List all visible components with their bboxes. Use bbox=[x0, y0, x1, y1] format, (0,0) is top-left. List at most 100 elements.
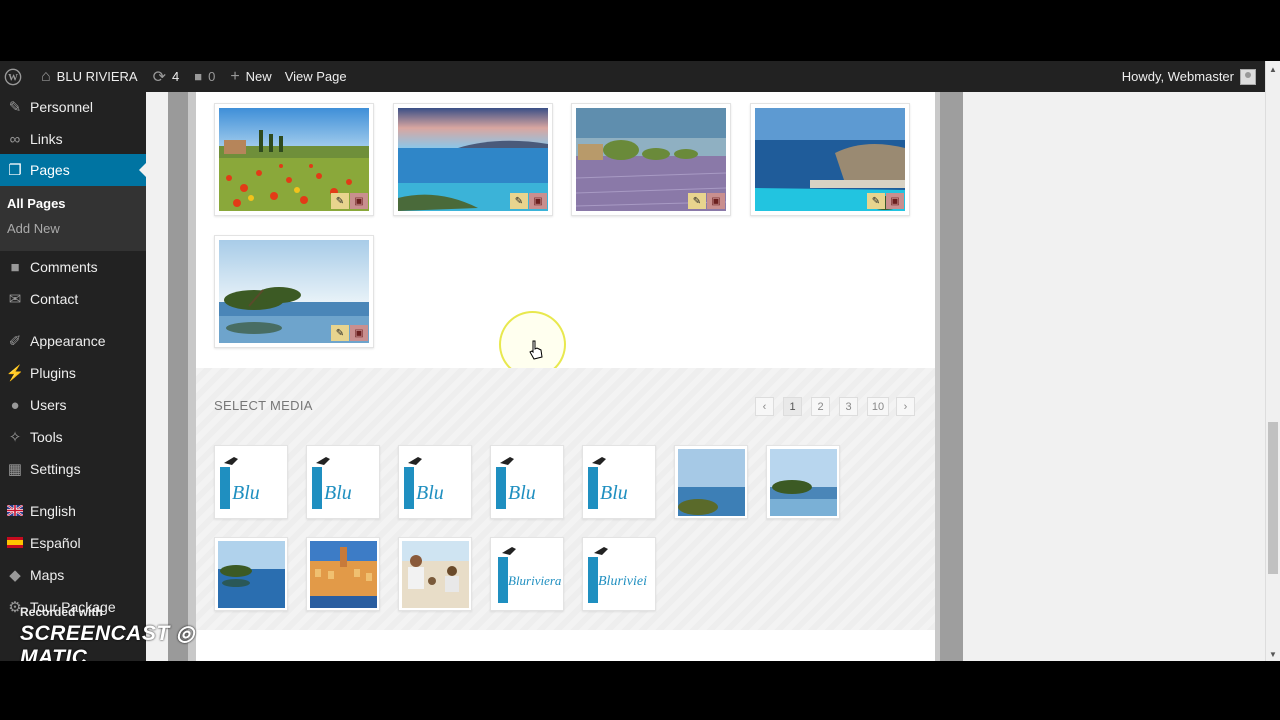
edit-pencil-icon[interactable]: ✎ bbox=[331, 193, 349, 209]
comments-count: 0 bbox=[208, 69, 216, 84]
submenu-add-new[interactable]: Add New bbox=[7, 221, 60, 236]
gallery-item[interactable]: ✎ ▣ bbox=[393, 103, 553, 216]
content-background bbox=[146, 92, 168, 661]
sidebar-item-label: Pages bbox=[30, 162, 70, 178]
gallery-item[interactable]: ✎ ▣ bbox=[214, 103, 374, 216]
sidebar-item-label: Tools bbox=[30, 429, 63, 445]
media-item[interactable]: Bluriviei bbox=[582, 537, 656, 611]
sidebar-item-label: Español bbox=[30, 535, 81, 551]
uk-flag-icon bbox=[5, 503, 25, 520]
media-item[interactable]: Bluriviera bbox=[490, 537, 564, 611]
modal-overlay-right bbox=[935, 92, 963, 661]
scroll-up-arrow-icon[interactable]: ▲ bbox=[1269, 65, 1277, 74]
sidebar-item-users[interactable]: ● Users bbox=[0, 389, 146, 421]
my-account[interactable]: Howdy, Webmaster bbox=[1122, 68, 1280, 85]
home-icon: ⌂ bbox=[41, 67, 51, 85]
view-page-label: View Page bbox=[284, 69, 347, 84]
sidebar-item-settings[interactable]: ▦ Settings bbox=[0, 453, 146, 485]
media-item[interactable] bbox=[306, 537, 380, 611]
content-right-pane bbox=[963, 92, 1265, 661]
media-logo-text: Blu bbox=[232, 482, 260, 504]
view-page-link[interactable]: View Page bbox=[279, 61, 354, 92]
plus-icon: + bbox=[230, 67, 240, 85]
user-icon: ● bbox=[10, 396, 20, 414]
sidebar-item-maps[interactable]: ◆ Maps bbox=[0, 559, 146, 591]
pages-icon: ❐ bbox=[8, 162, 22, 179]
site-name: BLU RIVIERA bbox=[56, 69, 138, 84]
chevron-left-icon: ‹ bbox=[762, 400, 767, 413]
settings-icon: ▦ bbox=[7, 461, 23, 478]
sidebar-item-label: Links bbox=[30, 131, 63, 147]
brush-icon: ✐ bbox=[8, 333, 22, 350]
gallery-item[interactable]: ✎ ▣ bbox=[571, 103, 731, 216]
pagination-page[interactable]: 2 bbox=[811, 397, 830, 416]
media-item[interactable]: Blu bbox=[582, 445, 656, 519]
submenu-all-pages[interactable]: All Pages bbox=[7, 196, 66, 211]
sidebar-item-comments[interactable]: ■ Comments bbox=[0, 251, 146, 283]
edit-pencil-icon[interactable]: ✎ bbox=[510, 193, 528, 209]
sidebar-item-tools[interactable]: ✧ Tools bbox=[0, 421, 146, 453]
site-name-link[interactable]: ⌂ BLU RIVIERA bbox=[29, 61, 145, 92]
sidebar-item-personnel[interactable]: ✎ Personnel bbox=[0, 91, 146, 123]
page-scrollbar[interactable]: ▲ ▼ bbox=[1265, 61, 1280, 661]
delete-trash-icon[interactable]: ▣ bbox=[350, 193, 368, 209]
sidebar-item-label: Appearance bbox=[30, 333, 106, 349]
media-item[interactable] bbox=[674, 445, 748, 519]
avatar bbox=[1240, 68, 1256, 85]
pin-icon: ✎ bbox=[8, 99, 22, 116]
sidebar-item-pages[interactable]: ❐ Pages bbox=[0, 154, 146, 186]
delete-trash-icon[interactable]: ▣ bbox=[707, 193, 725, 209]
pagination-prev[interactable]: ‹ bbox=[755, 397, 774, 416]
media-logo-text: Blu bbox=[324, 482, 352, 504]
plug-icon: ⚡ bbox=[5, 365, 25, 382]
sidebar-item-label: Contact bbox=[30, 291, 79, 307]
wordpress-logo-button[interactable]: W bbox=[0, 61, 29, 92]
media-photo-family-beach bbox=[402, 541, 469, 608]
media-item[interactable]: Blu bbox=[306, 445, 380, 519]
media-item[interactable] bbox=[398, 537, 472, 611]
media-item[interactable] bbox=[766, 445, 840, 519]
edit-pencil-icon[interactable]: ✎ bbox=[331, 325, 349, 341]
delete-trash-icon[interactable]: ▣ bbox=[350, 325, 368, 341]
scroll-thumb[interactable] bbox=[1268, 422, 1278, 574]
pagination-page[interactable]: 1 bbox=[783, 397, 802, 416]
comments-link[interactable]: ■ 0 bbox=[186, 61, 222, 92]
sidebar-item-plugins[interactable]: ⚡ Plugins bbox=[0, 357, 146, 389]
media-photo-sea-view bbox=[678, 449, 745, 516]
media-item[interactable] bbox=[214, 537, 288, 611]
sidebar-item-label: Personnel bbox=[30, 99, 94, 115]
watermark-small-text: Recorded with bbox=[20, 605, 103, 619]
sidebar-item-links[interactable]: ∞ Links bbox=[0, 123, 146, 155]
sidebar-item-espanol[interactable]: Español bbox=[0, 527, 146, 559]
gallery-item[interactable]: ✎ ▣ bbox=[750, 103, 910, 216]
sidebar-item-label: Settings bbox=[30, 461, 81, 477]
media-item[interactable]: Blu bbox=[214, 445, 288, 519]
comment-bubble-icon: ■ bbox=[194, 69, 203, 84]
updates-link[interactable]: ⟳ 4 bbox=[145, 61, 187, 92]
media-logo-text: Bluriviei bbox=[598, 574, 647, 589]
new-content-link[interactable]: + New bbox=[222, 61, 278, 92]
delete-trash-icon[interactable]: ▣ bbox=[529, 193, 547, 209]
pagination-next[interactable]: › bbox=[896, 397, 915, 416]
watermark-brand-text: SCREENCAST ◎ MATIC bbox=[20, 622, 195, 661]
new-label: New bbox=[245, 69, 272, 84]
media-logo-text: Blu bbox=[600, 482, 628, 504]
sidebar-item-contact[interactable]: ✉ Contact bbox=[0, 283, 146, 315]
pagination-page[interactable]: 3 bbox=[839, 397, 858, 416]
edit-pencil-icon[interactable]: ✎ bbox=[688, 193, 706, 209]
updates-count: 4 bbox=[172, 69, 180, 84]
edit-pencil-icon[interactable]: ✎ bbox=[867, 193, 885, 209]
media-item[interactable]: Blu bbox=[398, 445, 472, 519]
admin-sidebar: ✎ Personnel ∞ Links ❐ Pages All Pages Ad… bbox=[0, 92, 146, 661]
modal-overlay-left bbox=[168, 92, 196, 661]
sidebar-item-english[interactable]: English bbox=[0, 495, 146, 527]
scroll-down-arrow-icon[interactable]: ▼ bbox=[1269, 650, 1277, 659]
sidebar-item-appearance[interactable]: ✐ Appearance bbox=[0, 325, 146, 357]
pagination-page[interactable]: 10 bbox=[867, 397, 889, 416]
media-item[interactable]: Blu bbox=[490, 445, 564, 519]
wordpress-logo-icon: W bbox=[4, 68, 22, 85]
gallery-item[interactable]: ✎ ▣ bbox=[214, 235, 374, 348]
delete-trash-icon[interactable]: ▣ bbox=[886, 193, 904, 209]
sidebar-item-label: English bbox=[30, 503, 76, 519]
media-logo-text: Blu bbox=[508, 482, 536, 504]
